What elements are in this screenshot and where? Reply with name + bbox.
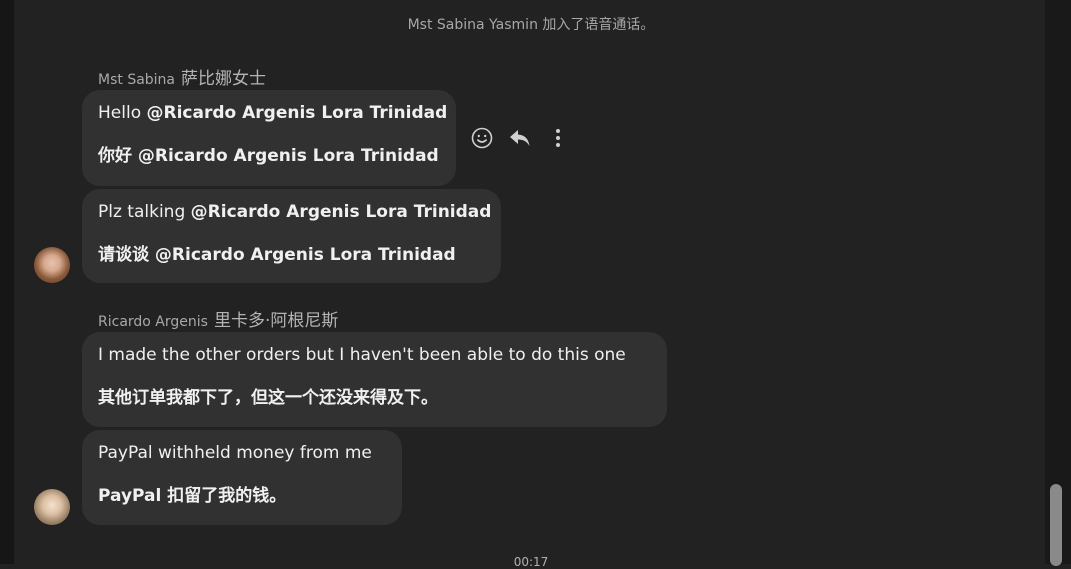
message-text: Plz talking xyxy=(98,202,191,222)
message-original-text: Hello @Ricardo Argenis Lora Trinidad xyxy=(98,103,447,123)
message-text: 你好 xyxy=(98,146,138,166)
right-panel-edge xyxy=(1045,0,1071,564)
message-original-text: I made the other orders but I haven't be… xyxy=(98,345,626,365)
reply-icon[interactable] xyxy=(508,124,532,152)
message-translated-text: 你好 @Ricardo Argenis Lora Trinidad xyxy=(98,141,439,166)
message-bubble[interactable]: PayPal withheld money from me PayPal 扣留了… xyxy=(82,430,402,525)
scrollbar-thumb[interactable] xyxy=(1050,484,1062,566)
sender-label: Ricardo Argenis 里卡多·阿根尼斯 xyxy=(98,306,338,331)
sender-name: Ricardo Argenis xyxy=(98,314,208,330)
message-translated-text: PayPal 扣留了我的钱。 xyxy=(98,486,287,506)
sender-name-translated: 萨比娜女士 xyxy=(181,69,267,89)
message-bubble[interactable]: Plz talking @Ricardo Argenis Lora Trinid… xyxy=(82,189,501,283)
sender-name: Mst Sabina xyxy=(98,72,176,88)
mention-link[interactable]: @Ricardo Argenis Lora Trinidad xyxy=(191,202,492,222)
mention-link[interactable]: @Ricardo Argenis Lora Trinidad xyxy=(155,245,456,265)
message-bubble[interactable]: Hello @Ricardo Argenis Lora Trinidad 你好 … xyxy=(82,90,456,186)
mention-link[interactable]: @Ricardo Argenis Lora Trinidad xyxy=(138,146,439,166)
message-text: 请谈谈 xyxy=(98,245,155,265)
left-sidebar-edge xyxy=(0,0,14,564)
sender-name-translated: 里卡多·阿根尼斯 xyxy=(213,311,339,331)
sender-label: Mst Sabina 萨比娜女士 xyxy=(98,64,266,89)
avatar[interactable] xyxy=(34,489,70,525)
message-original-text: PayPal withheld money from me xyxy=(98,443,372,463)
message-original-text: Plz talking @Ricardo Argenis Lora Trinid… xyxy=(98,202,491,222)
mention-link[interactable]: @Ricardo Argenis Lora Trinidad xyxy=(147,103,448,123)
system-join-message: Mst Sabina Yasmin 加入了语音通话。 xyxy=(407,17,655,33)
avatar[interactable] xyxy=(34,247,70,283)
message-bubble[interactable]: I made the other orders but I haven't be… xyxy=(82,332,667,427)
message-translated-text: 请谈谈 @Ricardo Argenis Lora Trinidad xyxy=(98,240,456,265)
message-text: Hello xyxy=(98,103,147,123)
message-translated-text: 其他订单我都下了，但这一个还没来得及下。 xyxy=(98,388,438,408)
timestamp: 00:17 xyxy=(513,555,549,569)
smiley-icon[interactable] xyxy=(470,124,494,152)
more-vertical-icon[interactable] xyxy=(546,124,570,152)
